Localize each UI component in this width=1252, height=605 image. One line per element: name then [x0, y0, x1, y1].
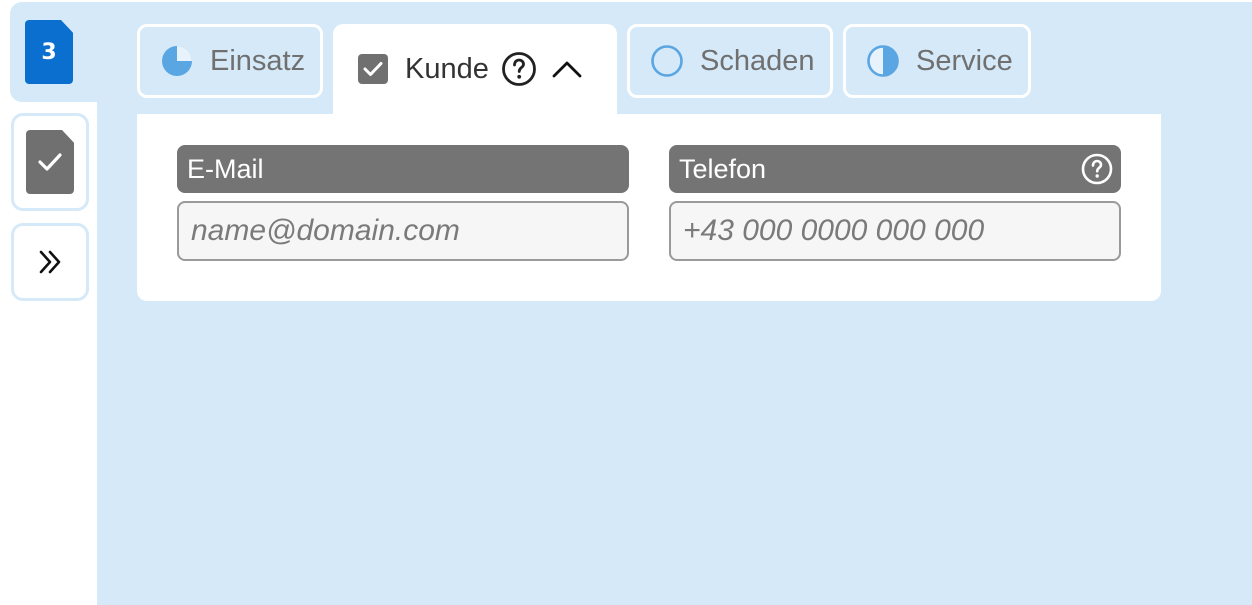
- completed-step-button[interactable]: [11, 113, 89, 211]
- email-field[interactable]: [177, 201, 629, 261]
- phone-field-label: Telefon: [669, 145, 1121, 193]
- tab-label: Kunde: [405, 52, 489, 85]
- tab-label: Schaden: [700, 44, 815, 77]
- pie-quarter-icon: [162, 46, 192, 76]
- chevron-up-icon[interactable]: [551, 59, 583, 79]
- app-frame: 3 Einsatz Kunde Schaden Service E-Mail n…: [0, 0, 1252, 605]
- step-number-badge[interactable]: 3: [25, 20, 73, 84]
- tab-schaden[interactable]: Schaden: [627, 24, 833, 98]
- next-step-button[interactable]: [11, 223, 89, 301]
- customer-form-card: E-Mail Telefon: [137, 114, 1161, 301]
- phone-label-text: Telefon: [679, 153, 767, 184]
- help-icon[interactable]: [501, 51, 537, 87]
- tab-label: Einsatz: [210, 44, 306, 77]
- phone-field[interactable]: [669, 201, 1121, 261]
- document-check-icon: [26, 130, 74, 194]
- double-chevron-right-icon: [39, 250, 61, 274]
- email-label-text: E-Mail: [187, 153, 264, 184]
- half-circle-icon: [867, 45, 899, 77]
- tab-label: Service: [916, 44, 1013, 77]
- step-number: 3: [41, 39, 57, 65]
- empty-circle-icon: [651, 45, 683, 77]
- tab-kunde[interactable]: Kunde: [333, 24, 617, 114]
- tab-einsatz[interactable]: Einsatz: [137, 24, 323, 98]
- help-icon[interactable]: [1081, 153, 1113, 185]
- email-field-label: E-Mail: [177, 145, 629, 193]
- check-icon: [38, 153, 62, 171]
- checkbox-checked-icon: [358, 54, 388, 84]
- tab-service[interactable]: Service: [843, 24, 1031, 98]
